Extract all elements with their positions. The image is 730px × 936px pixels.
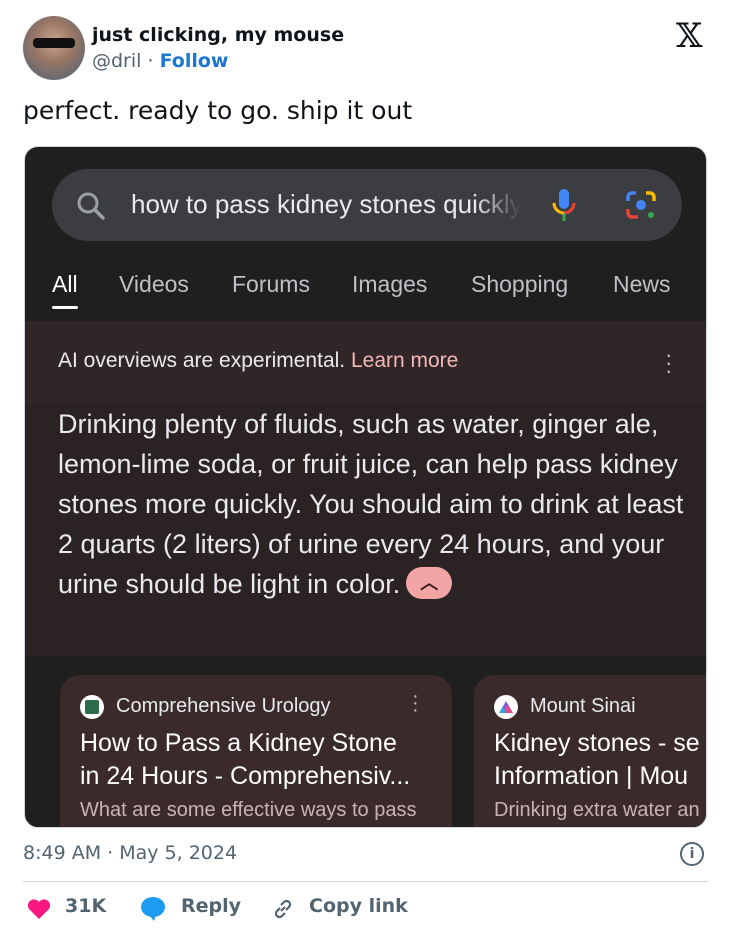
more-options-icon[interactable]: · · ·	[412, 686, 419, 720]
microphone-icon	[552, 189, 576, 221]
tweet-text: perfect. ready to go. ship it out	[23, 96, 413, 125]
author-name[interactable]: just clicking, my mouse	[92, 24, 344, 46]
learn-more-link[interactable]: Learn more	[351, 349, 458, 372]
attached-screenshot[interactable]: how to pass kidney stones quickly All Vi…	[24, 146, 707, 828]
reply-bubble-icon[interactable]	[140, 896, 166, 922]
tab-images[interactable]: Images	[352, 271, 427, 298]
tab-news[interactable]: News	[613, 271, 671, 298]
source-favicon	[494, 695, 518, 719]
tab-shopping[interactable]: Shopping	[471, 271, 568, 298]
timestamp[interactable]: 8:49 AM · May 5, 2024	[23, 842, 237, 864]
source-card[interactable]: Mount Sinai Kidney stones - se Informatio…	[474, 675, 706, 827]
x-logo-icon[interactable]: 𝕏	[676, 16, 702, 56]
ai-overview: AI overviews are experimental. Learn mor…	[25, 321, 706, 656]
tab-forums[interactable]: Forums	[232, 271, 310, 298]
link-icon[interactable]	[271, 897, 295, 921]
more-options-icon[interactable]: · · ·	[665, 344, 672, 382]
source-title[interactable]: How to Pass a Kidney Stone in 24 Hours - …	[80, 727, 410, 793]
reply-button[interactable]: Reply	[181, 895, 241, 917]
heart-icon[interactable]	[27, 898, 51, 920]
follow-button[interactable]: Follow	[160, 50, 229, 72]
search-bar: how to pass kidney stones quickly	[52, 169, 682, 241]
ai-answer: Drinking plenty of fluids, such as water…	[58, 404, 688, 604]
source-snippet: What are some effective ways to pass	[80, 799, 417, 821]
lens-icon	[626, 191, 656, 219]
source-favicon	[80, 695, 104, 719]
avatar[interactable]	[23, 16, 85, 80]
search-query: how to pass kidney stones quickly	[131, 189, 521, 219]
source-card[interactable]: Comprehensive Urology · · · How to Pass a …	[60, 675, 452, 827]
ai-notice-text: AI overviews are experimental.	[58, 349, 346, 372]
divider	[23, 881, 708, 882]
author-handle[interactable]: @dril	[92, 50, 141, 72]
ai-answer-text: Drinking plenty of fluids, such as water…	[58, 409, 684, 599]
author-handle-line: @dril · Follow	[92, 50, 228, 72]
chevron-up-icon[interactable]: ︿	[406, 566, 453, 599]
source-title[interactable]: Kidney stones - se Information | Mou	[494, 727, 700, 793]
search-icon	[77, 192, 106, 221]
search-tabs: All Videos Forums Images Shopping News	[25, 271, 706, 321]
copy-link-button[interactable]: Copy link	[309, 895, 408, 917]
ai-notice: AI overviews are experimental. Learn mor…	[58, 349, 458, 373]
separator: ·	[147, 50, 154, 72]
like-count[interactable]: 31K	[65, 895, 106, 917]
source-name: Mount Sinai	[530, 695, 636, 717]
source-snippet: Drinking extra water an	[494, 799, 700, 821]
source-name: Comprehensive Urology	[116, 695, 331, 717]
tab-all[interactable]: All	[52, 271, 78, 309]
info-icon[interactable]: i	[680, 842, 704, 866]
tab-videos[interactable]: Videos	[119, 271, 189, 298]
